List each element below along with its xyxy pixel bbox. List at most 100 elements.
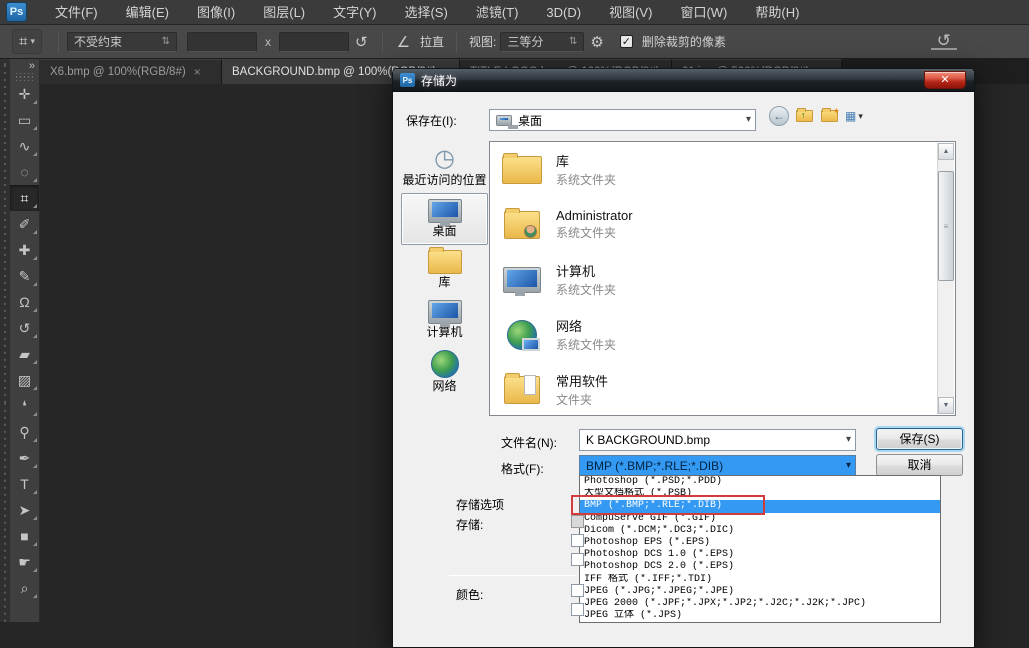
up-folder-button[interactable]: ↑ <box>796 106 813 126</box>
delete-cropped-pixels-label[interactable]: 删除裁剪的像素 <box>642 33 726 50</box>
save-in-value: 桌面 <box>518 112 542 129</box>
crop-tool[interactable]: ⌗ <box>10 185 39 211</box>
format-option-eps[interactable]: Photoshop EPS (*.EPS) <box>580 537 940 549</box>
close-icon[interactable]: × <box>194 65 201 79</box>
panel-dock-gutter <box>0 59 10 622</box>
lasso-tool[interactable]: ∿ <box>10 133 39 159</box>
rotate-crop-icon[interactable]: ↺ <box>349 33 374 51</box>
format-option-jpeg[interactable]: JPEG (*.JPG;*.JPEG;*.JPE) <box>580 586 940 598</box>
menu-view[interactable]: 视图(V) <box>595 0 666 25</box>
scrollbar-thumb[interactable]: ≡ <box>938 171 954 281</box>
crop-ratio-value: 不受约束 <box>74 33 122 50</box>
menu-select[interactable]: 选择(S) <box>390 0 461 25</box>
dodge-tool[interactable]: ⚲ <box>10 419 39 445</box>
format-option-iff[interactable]: IFF 格式 (*.IFF;*.TDI) <box>580 574 940 586</box>
dialog-title: 存储为 <box>421 72 457 89</box>
straighten-label[interactable]: 拉直 <box>420 33 444 50</box>
save-button[interactable]: 保存(S) <box>876 428 963 450</box>
dialog-titlebar[interactable]: Ps 存储为 ✕ <box>393 69 974 92</box>
pen-tool[interactable]: ✒ <box>10 445 39 471</box>
file-row-network[interactable]: 网络系统文件夹 <box>490 307 955 362</box>
network-icon <box>507 320 537 350</box>
cancel-button[interactable]: 取消 <box>876 454 963 476</box>
overlay-view-select[interactable]: 三等分 ⇅ <box>500 32 584 52</box>
menu-help[interactable]: 帮助(H) <box>741 0 813 25</box>
type-tool[interactable]: T <box>10 471 39 497</box>
zoom-tool[interactable]: ⌕ <box>10 575 39 601</box>
crop-tool-preset-badge[interactable]: ⌗ ▾ <box>12 29 42 54</box>
brush-tool[interactable]: ✎ <box>10 263 39 289</box>
crop-ratio-select[interactable]: 不受约束 ⇅ <box>67 32 177 52</box>
format-select[interactable]: BMP (*.BMP;*.RLE;*.DIB) ▾ <box>579 455 856 477</box>
format-option-jps[interactable]: JPEG 立体 (*.JPS) <box>580 610 940 622</box>
computer-icon <box>503 267 541 293</box>
history-brush-tool[interactable]: ↺ <box>10 315 39 341</box>
file-row-libraries[interactable]: 库系统文件夹 <box>490 142 955 197</box>
format-option-psd[interactable]: Photoshop (*.PSD;*.PDD) <box>580 476 940 488</box>
file-row-common-software[interactable]: 常用软件文件夹 <box>490 362 955 416</box>
menu-3d[interactable]: 3D(D) <box>532 0 595 25</box>
hand-tool[interactable]: ☛ <box>10 549 39 575</box>
user-folder-icon <box>504 211 540 239</box>
format-option-pcx[interactable]: PCX (*.PCX) <box>580 622 940 623</box>
save-option-checkbox-1[interactable] <box>571 515 584 528</box>
format-option-dcs1[interactable]: Photoshop DCS 1.0 (*.EPS) <box>580 549 940 561</box>
place-recent[interactable]: ◷ 最近访问的位置 <box>401 141 488 193</box>
red-annotation-box <box>571 495 765 515</box>
format-option-jpeg2000[interactable]: JPEG 2000 (*.JPF;*.JPX;*.JP2;*.J2C;*.J2K… <box>580 598 940 610</box>
file-name-input[interactable]: K BACKGROUND.bmp ▾ <box>579 429 856 451</box>
gradient-tool[interactable]: ▨ <box>10 367 39 393</box>
format-option-dcs2[interactable]: Photoshop DCS 2.0 (*.EPS) <box>580 561 940 573</box>
crop-height-input[interactable] <box>279 32 349 52</box>
menu-filter[interactable]: 滤镜(T) <box>462 0 533 25</box>
move-tool[interactable]: ✛ <box>10 81 39 107</box>
file-row-administrator[interactable]: Administrator系统文件夹 <box>490 197 955 252</box>
crop-width-input[interactable] <box>187 32 257 52</box>
collapse-panel-icon[interactable]: » <box>29 60 35 72</box>
views-button[interactable]: ▦ ▾ <box>845 106 863 126</box>
place-libraries[interactable]: 库 <box>401 245 488 295</box>
panel-grip[interactable] <box>16 73 33 81</box>
file-row-computer[interactable]: 计算机系统文件夹 <box>490 252 955 307</box>
color-option-checkbox-2[interactable] <box>571 603 584 616</box>
eyedropper-tool[interactable]: ✐ <box>10 211 39 237</box>
place-network[interactable]: 网络 <box>401 345 488 399</box>
format-value: BMP (*.BMP;*.RLE;*.DIB) <box>586 459 723 473</box>
path-selection-tool[interactable]: ➤ <box>10 497 39 523</box>
tab-x6-bmp[interactable]: X6.bmp @ 100%(RGB/8#) × <box>40 59 222 84</box>
place-desktop[interactable]: 桌面 <box>401 193 488 245</box>
eraser-tool[interactable]: ▰ <box>10 341 39 367</box>
reset-icon[interactable]: ↺ <box>931 33 957 50</box>
back-button[interactable]: ← <box>769 106 789 126</box>
menu-file[interactable]: 文件(F) <box>41 0 112 25</box>
rectangular-marquee-tool[interactable]: ▭ <box>10 107 39 133</box>
dialog-close-button[interactable]: ✕ <box>924 71 966 89</box>
menu-window[interactable]: 窗口(W) <box>666 0 741 25</box>
color-option-checkbox-1[interactable] <box>571 584 584 597</box>
clone-stamp-tool[interactable]: Ω <box>10 289 39 315</box>
scroll-up-icon[interactable]: ▲ <box>938 143 954 160</box>
desktop-icon <box>500 118 508 120</box>
save-in-select[interactable]: 桌面 ▾ <box>489 109 756 131</box>
straighten-icon[interactable]: ∠ <box>391 33 416 51</box>
place-computer[interactable]: 计算机 <box>401 295 488 345</box>
delete-cropped-pixels-checkbox[interactable]: ✓ <box>620 35 633 48</box>
network-icon <box>431 350 459 378</box>
new-folder-button[interactable]: ✦ <box>821 106 838 126</box>
menu-edit[interactable]: 编辑(E) <box>112 0 183 25</box>
menu-image[interactable]: 图像(I) <box>183 0 249 25</box>
save-option-checkbox-2[interactable] <box>571 534 584 547</box>
back-icon: ← <box>769 106 789 126</box>
spot-healing-brush-tool[interactable]: ✚ <box>10 237 39 263</box>
scroll-down-icon[interactable]: ▼ <box>938 397 954 414</box>
rectangle-tool[interactable]: ■ <box>10 523 39 549</box>
save-option-checkbox-3[interactable] <box>571 553 584 566</box>
format-option-dicom[interactable]: Dicom (*.DCM;*.DC3;*.DIC) <box>580 525 940 537</box>
menu-type[interactable]: 文字(Y) <box>319 0 390 25</box>
quick-selection-tool[interactable]: ◌ <box>10 159 39 185</box>
documents-folder-icon <box>504 376 540 404</box>
gear-icon[interactable]: ⚙ <box>584 33 609 51</box>
blur-tool[interactable]: ❛ <box>10 393 39 419</box>
menu-layer[interactable]: 图层(L) <box>249 0 319 25</box>
file-list-scrollbar[interactable]: ▲ ≡ ▼ <box>937 143 954 414</box>
